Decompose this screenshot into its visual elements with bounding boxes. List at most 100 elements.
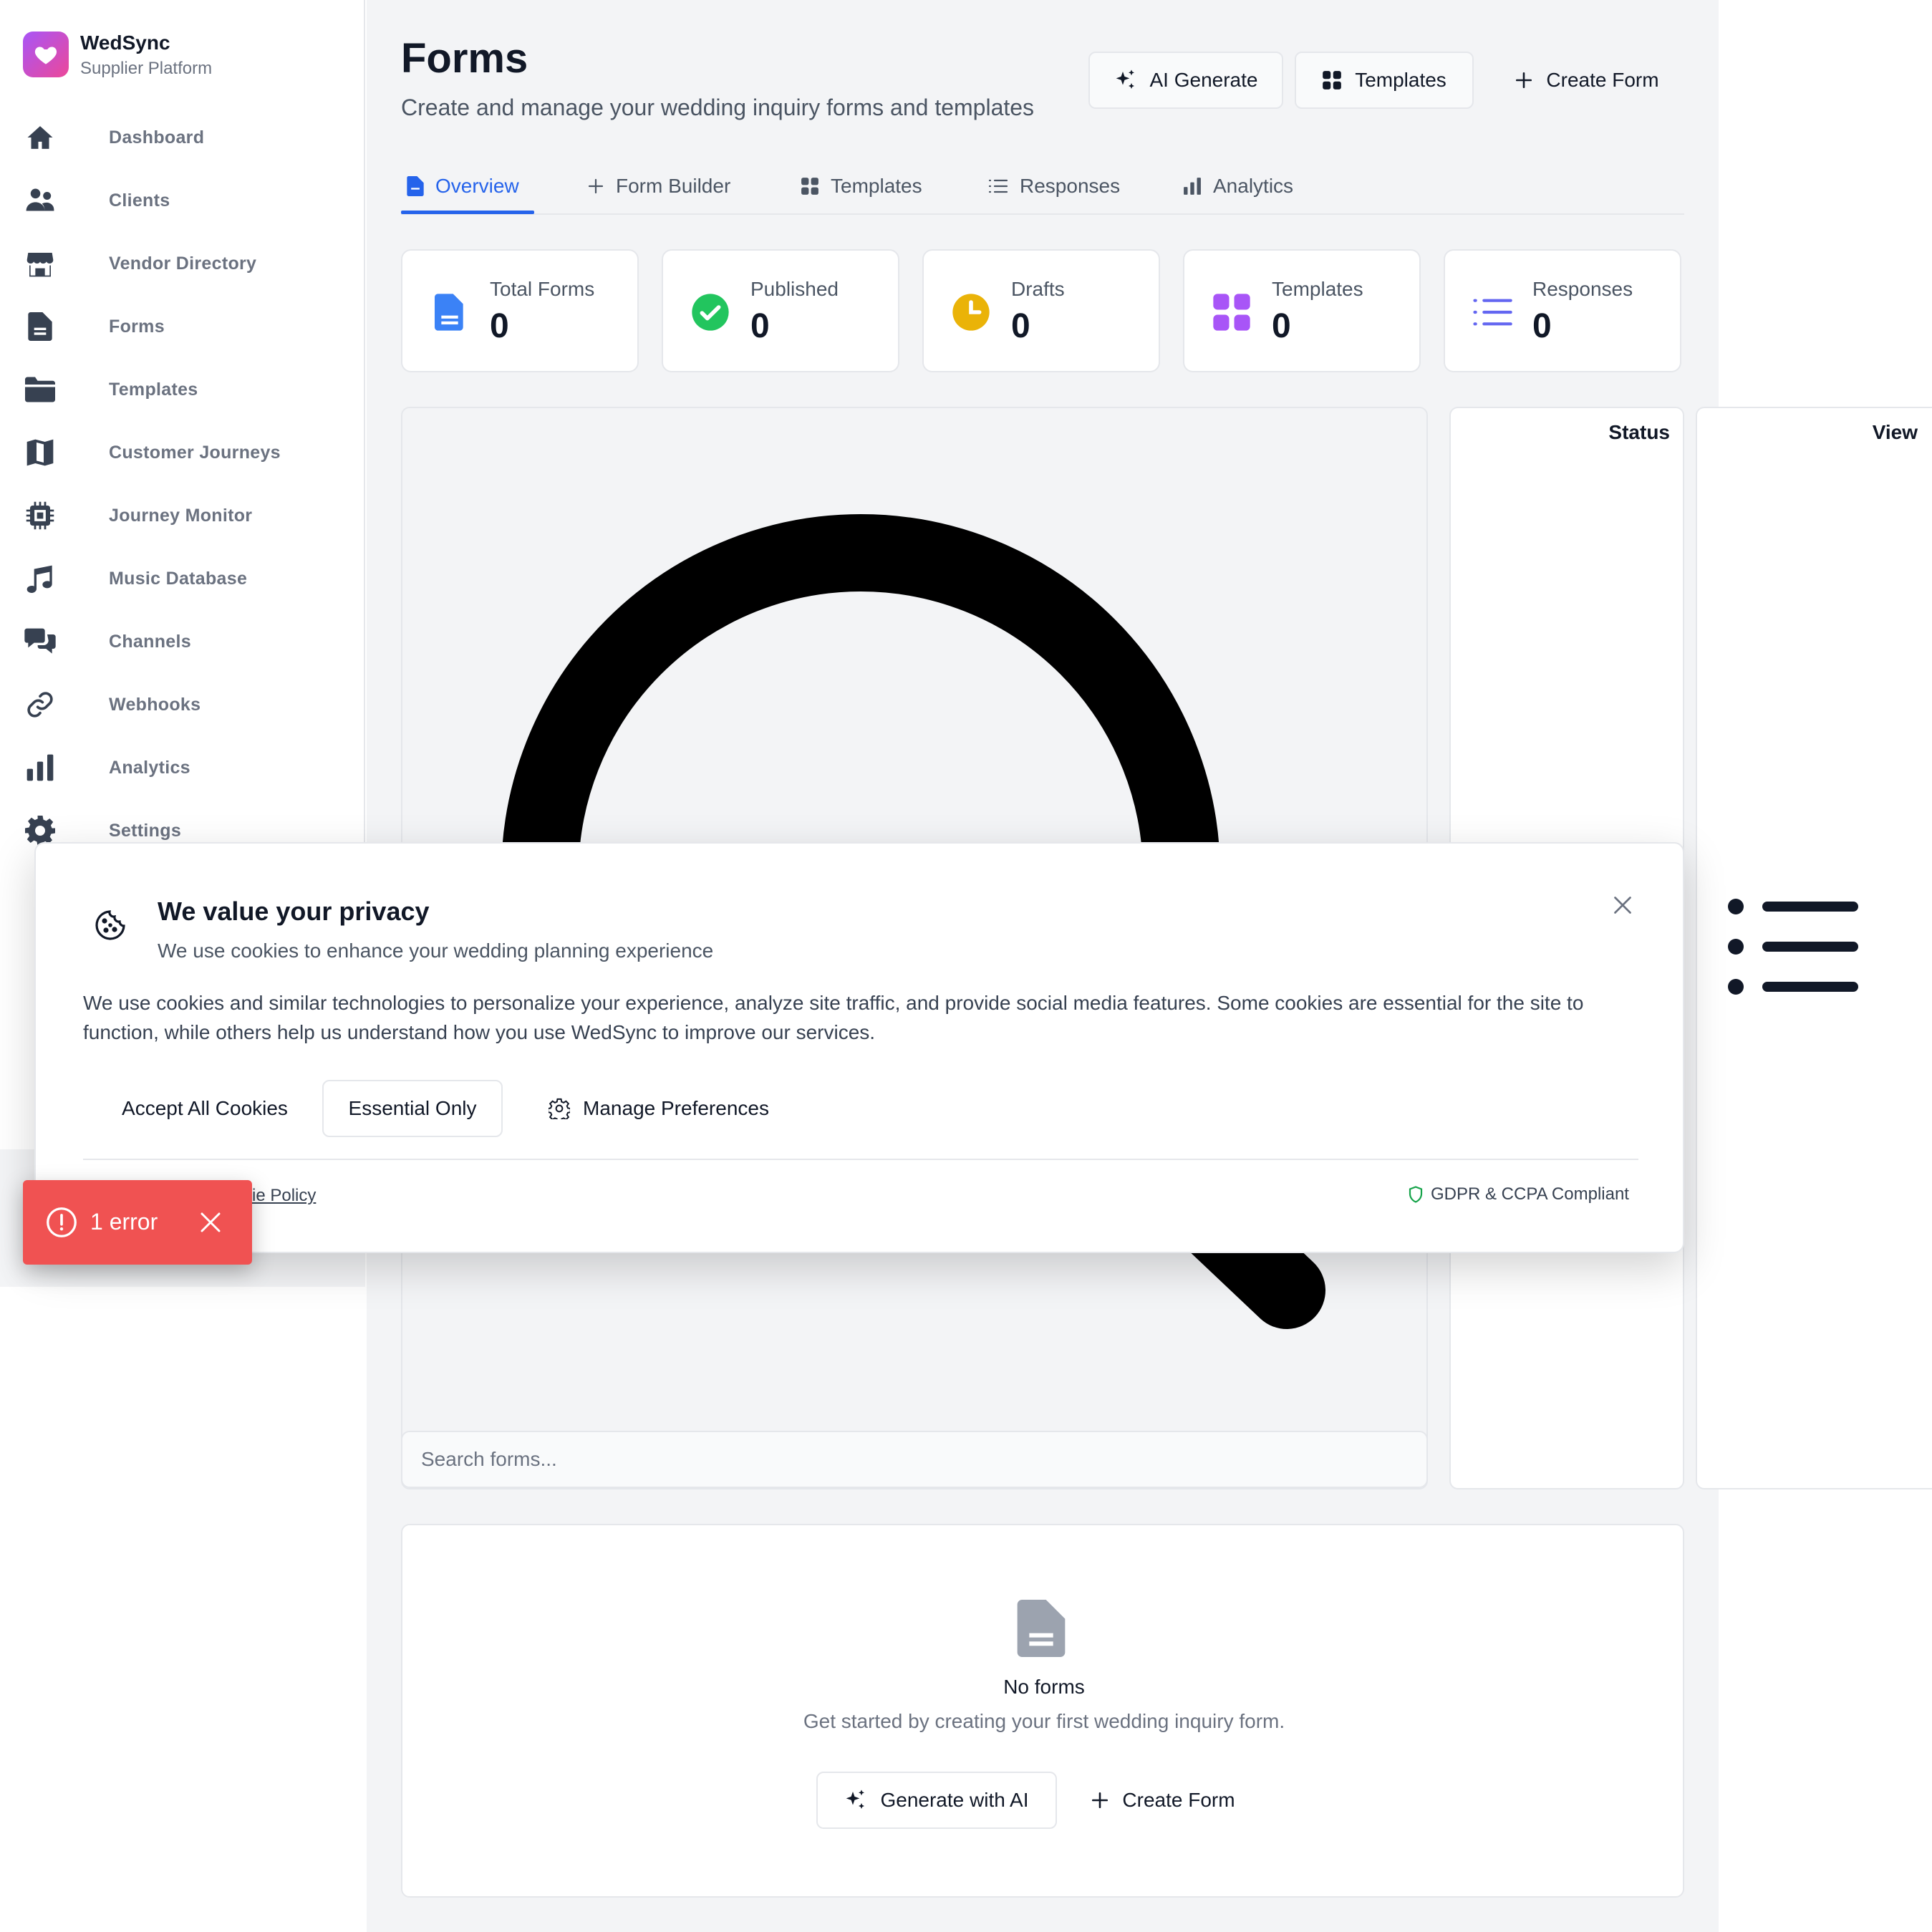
essential-only-label: Essential Only: [348, 1097, 477, 1119]
stat-value: 0: [1011, 307, 1030, 345]
clock-icon: [952, 294, 990, 331]
document-icon: [435, 294, 463, 331]
sidebar-item-label: Dashboard: [109, 127, 205, 148]
check-circle-icon: [692, 294, 729, 331]
stat-label: Published: [750, 278, 839, 300]
brand-logo[interactable]: [23, 32, 69, 77]
stat-card-responses: Responses 0: [1444, 249, 1681, 372]
stat-card-templates: Templates 0: [1183, 249, 1421, 372]
tab-label: Responses: [1020, 175, 1121, 197]
document-icon: [24, 311, 56, 342]
music-note-icon: [24, 563, 56, 594]
home-icon: [24, 122, 56, 153]
manage-preferences-label: Manage Preferences: [583, 1097, 769, 1119]
sidebar-item-analytics[interactable]: Analytics: [0, 736, 365, 799]
sidebar-item-music-database[interactable]: Music Database: [0, 547, 365, 610]
create-form-label: Create Form: [1546, 69, 1659, 91]
sidebar-item-label: Webhooks: [109, 694, 201, 715]
sidebar-item-templates[interactable]: Templates: [0, 358, 365, 421]
stat-label: Templates: [1272, 278, 1363, 300]
empty-state-card: No forms Get started by creating your fi…: [401, 1524, 1684, 1898]
generate-with-ai-label: Generate with AI: [880, 1789, 1029, 1811]
accept-all-label: Accept All Cookies: [122, 1097, 288, 1119]
tab-form-builder[interactable]: Form Builder: [587, 165, 730, 208]
page-title: Forms: [401, 35, 528, 82]
tab-templates[interactable]: Templates: [801, 165, 922, 208]
cookie-divider: [83, 1159, 1638, 1160]
cookie-title: We value your privacy: [158, 897, 430, 926]
search-input[interactable]: Search forms...: [401, 1431, 1428, 1488]
stat-value: 0: [750, 307, 770, 345]
sidebar-item-journey-monitor[interactable]: Journey Monitor: [0, 484, 365, 547]
cpu-chip-icon: [24, 500, 56, 531]
essential-only-button[interactable]: Essential Only: [322, 1080, 503, 1137]
empty-create-form-label: Create Form: [1122, 1789, 1235, 1811]
storefront-icon: [24, 248, 56, 279]
sparkles-icon: [1116, 69, 1134, 89]
gear-icon: [549, 1098, 571, 1119]
error-toast[interactable]: 1 error: [23, 1180, 252, 1265]
ai-generate-button[interactable]: AI Generate: [1088, 52, 1283, 109]
list-icon: [1473, 299, 1512, 326]
empty-state-description: Get started by creating your first weddi…: [803, 1710, 1285, 1732]
empty-create-form-button[interactable]: Create Form: [1071, 1772, 1255, 1829]
close-icon[interactable]: [198, 1209, 223, 1235]
stat-label: Total Forms: [490, 278, 595, 300]
tab-label: Overview: [435, 175, 519, 197]
grid-icon: [801, 178, 818, 195]
cookie-icon: [95, 910, 125, 940]
brand-subtitle: Supplier Platform: [80, 59, 213, 78]
search-placeholder: Search forms...: [421, 1448, 557, 1470]
accept-all-cookies-button[interactable]: Accept All Cookies: [83, 1080, 327, 1137]
heart-icon: [34, 47, 57, 64]
sidebar-item-webhooks[interactable]: Webhooks: [0, 673, 365, 736]
cookie-policy-link[interactable]: kie Policy: [243, 1186, 316, 1206]
stat-value: 0: [490, 307, 509, 345]
stat-label: Responses: [1532, 278, 1633, 300]
sidebar-item-channels[interactable]: Channels: [0, 610, 365, 673]
close-icon[interactable]: [1610, 892, 1636, 918]
sidebar-item-customer-journeys[interactable]: Customer Journeys: [0, 421, 365, 484]
map-icon: [24, 437, 56, 468]
generate-with-ai-button[interactable]: Generate with AI: [816, 1772, 1057, 1829]
view-toggle-panel[interactable]: View: [1696, 407, 1932, 1489]
tab-responses[interactable]: Responses: [988, 165, 1120, 208]
sidebar-item-label: Templates: [109, 379, 198, 400]
sidebar-item-forms[interactable]: Forms: [0, 295, 365, 358]
sidebar-item-label: Vendor Directory: [109, 253, 257, 274]
stat-value: 0: [1272, 307, 1291, 345]
grid-icon: [1213, 294, 1250, 331]
sidebar-item-label: Forms: [109, 316, 165, 337]
tabs-divider: [401, 213, 1684, 215]
manage-preferences-button[interactable]: Manage Preferences: [524, 1080, 793, 1137]
templates-label: Templates: [1355, 69, 1446, 91]
sidebar-item-label: Customer Journeys: [109, 442, 281, 463]
plus-icon: [1092, 1792, 1109, 1809]
bar-chart-icon: [1184, 178, 1201, 195]
sidebar-item-clients[interactable]: Clients: [0, 169, 365, 232]
sidebar-item-label: Journey Monitor: [109, 505, 253, 526]
view-label: View: [1872, 421, 1918, 443]
sidebar-item-label: Analytics: [109, 757, 190, 778]
list-icon: [988, 179, 1008, 193]
plus-icon: [588, 178, 604, 194]
ai-generate-label: AI Generate: [1149, 69, 1258, 91]
sparkles-icon: [846, 1789, 865, 1809]
create-form-button[interactable]: Create Form: [1484, 52, 1690, 109]
templates-button[interactable]: Templates: [1295, 52, 1474, 109]
tab-label: Form Builder: [616, 175, 731, 197]
stat-card-published: Published 0: [662, 249, 899, 372]
stat-label: Drafts: [1011, 278, 1065, 300]
sidebar-item-dashboard[interactable]: Dashboard: [0, 106, 365, 169]
tab-active-indicator: [401, 211, 534, 214]
empty-state-title: No forms: [1003, 1676, 1085, 1698]
plus-icon: [1516, 72, 1532, 89]
cookie-body: We use cookies and similar technologies …: [83, 992, 1584, 1043]
link-icon: [24, 689, 56, 720]
bar-chart-icon: [24, 752, 56, 783]
shield-icon: [1409, 1186, 1423, 1203]
tab-overview[interactable]: Overview: [407, 165, 519, 208]
tab-analytics[interactable]: Analytics: [1183, 165, 1293, 208]
sidebar-item-label: Clients: [109, 190, 170, 211]
sidebar-item-vendor-directory[interactable]: Vendor Directory: [0, 232, 365, 295]
